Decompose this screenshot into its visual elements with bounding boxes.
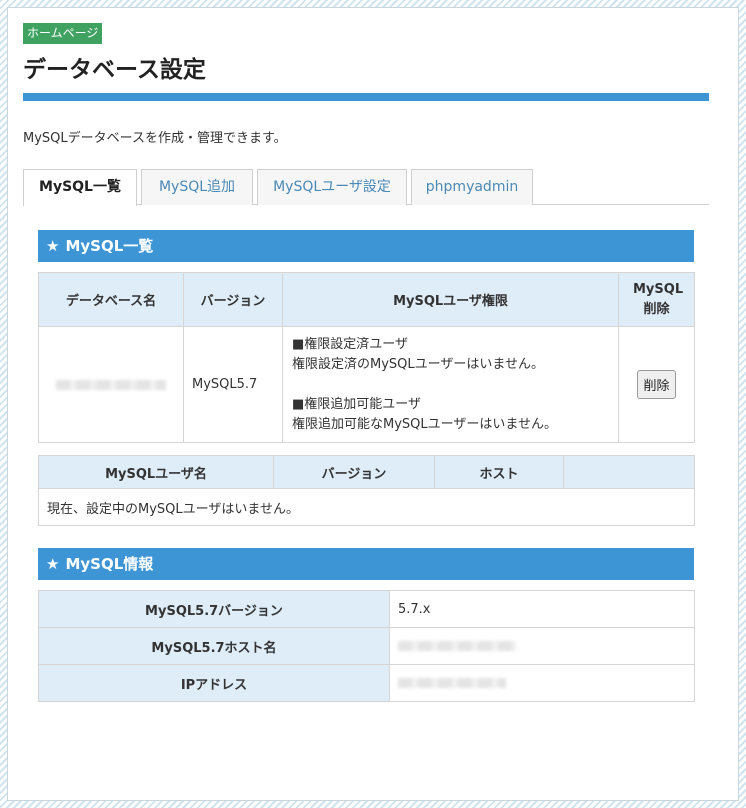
db-name-cell	[38, 326, 184, 443]
privileges-cell: ■権限設定済ユーザ 権限設定済のMySQLユーザーはいません。 ■権限追加可能ユ…	[282, 326, 619, 443]
tab-mysql-list[interactable]: MySQL一覧	[23, 169, 137, 206]
host-header: ホスト	[434, 455, 564, 489]
mysql-info-section-header: ★ MySQL情報	[38, 548, 694, 580]
table-row: MySQL5.7 ■権限設定済ユーザ 権限設定済のMySQLユーザーはいません。…	[38, 326, 695, 443]
privileges-header: MySQLユーザ権限	[282, 272, 619, 327]
info-label: MySQL5.7ホスト名	[38, 627, 390, 665]
delete-cell: 削除	[618, 326, 695, 443]
set-users-text: 権限設定済のMySQLユーザーはいません。	[292, 356, 544, 372]
mysql-info-section-title: MySQL情報	[65, 555, 154, 573]
user-name-header: MySQLユーザ名	[38, 455, 274, 489]
info-row: IPアドレス	[38, 664, 695, 702]
info-label: MySQL5.7バージョン	[38, 590, 390, 628]
info-row: MySQL5.7ホスト名	[38, 627, 695, 665]
blank-header	[563, 455, 695, 489]
tab-phpmyadmin[interactable]: phpmyadmin	[411, 169, 533, 205]
addable-users-text: 権限追加可能なMySQLユーザーはいません。	[292, 416, 557, 432]
hostname-value	[398, 641, 516, 651]
title-divider	[23, 93, 709, 101]
mysql-list-section-title: MySQL一覧	[65, 237, 154, 255]
info-row: MySQL5.7バージョン 5.7.x	[38, 590, 695, 628]
ip-address-value	[398, 678, 506, 688]
info-value	[389, 627, 695, 665]
star-icon: ★	[46, 555, 60, 573]
version-header: バージョン	[183, 272, 283, 327]
addable-users-heading: ■権限追加可能ユーザ	[292, 396, 422, 412]
mysql-info-table: MySQL5.7バージョン 5.7.x MySQL5.7ホスト名 IPアドレス	[38, 590, 695, 702]
tab-mysql-user-settings[interactable]: MySQLユーザ設定	[257, 169, 407, 205]
page-description: MySQLデータベースを作成・管理できます。	[23, 131, 287, 146]
info-value	[389, 664, 695, 702]
star-icon: ★	[46, 237, 60, 255]
mysql-user-table: MySQLユーザ名 バージョン ホスト 現在、設定中のMySQLユーザはいません…	[38, 455, 695, 526]
user-version-header: バージョン	[273, 455, 435, 489]
db-version-cell: MySQL5.7	[183, 326, 283, 443]
empty-user-message: 現在、設定中のMySQLユーザはいません。	[38, 488, 695, 526]
db-name-value	[56, 379, 166, 390]
breadcrumb-home-link[interactable]: ホームページ	[23, 23, 103, 44]
page-title: データベース設定	[23, 57, 206, 83]
delete-button[interactable]: 削除	[637, 370, 676, 399]
tab-mysql-add[interactable]: MySQL追加	[141, 169, 253, 205]
mysql-list-section-header: ★ MySQL一覧	[38, 230, 694, 262]
db-name-header: データベース名	[38, 272, 184, 327]
info-label: IPアドレス	[38, 664, 390, 702]
delete-header: MySQL削除	[618, 272, 695, 327]
tab-bar: MySQL一覧 MySQL追加 MySQLユーザ設定 phpmyadmin	[23, 169, 709, 206]
database-table: データベース名 バージョン MySQLユーザ権限 MySQL削除 MySQL5.…	[38, 272, 695, 443]
info-value: 5.7.x	[389, 590, 695, 628]
set-users-heading: ■権限設定済ユーザ	[292, 336, 409, 352]
